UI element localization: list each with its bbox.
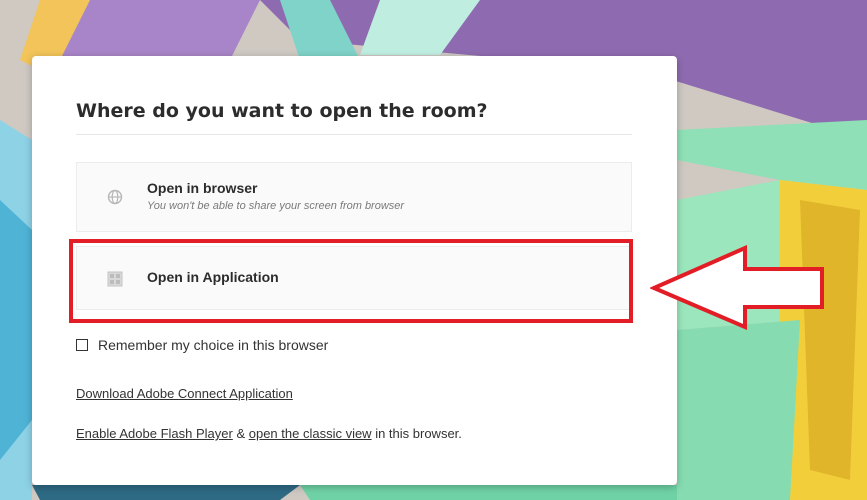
classic-view-link[interactable]: open the classic view	[249, 426, 372, 441]
remember-choice-checkbox[interactable]	[76, 339, 88, 351]
open-in-application-label: Open in Application	[147, 269, 279, 285]
remember-choice[interactable]: Remember my choice in this browser	[76, 337, 328, 353]
flash-suffix: in this browser.	[371, 426, 462, 441]
open-in-browser-option[interactable]: Open in browser You won't be able to sha…	[76, 162, 632, 232]
open-in-browser-sublabel: You won't be able to share your screen f…	[147, 200, 405, 212]
globe-icon	[107, 189, 123, 205]
remember-choice-label: Remember my choice in this browser	[98, 337, 329, 353]
open-room-dialog: Where do you want to open the room? Open…	[32, 56, 677, 485]
app-icon	[107, 271, 123, 287]
annotation-arrow	[650, 245, 824, 330]
dialog-title: Where do you want to open the room?	[76, 100, 488, 122]
download-app-link[interactable]: Download Adobe Connect Application	[76, 386, 293, 401]
title-divider	[76, 134, 632, 135]
flash-line: Enable Adobe Flash Player & open the cla…	[76, 426, 462, 441]
download-line: Download Adobe Connect Application	[76, 386, 293, 401]
enable-flash-link[interactable]: Enable Adobe Flash Player	[76, 426, 233, 441]
flash-connector: &	[232, 426, 249, 441]
open-in-application-option[interactable]: Open in Application	[76, 246, 632, 310]
open-in-browser-label: Open in browser	[147, 180, 258, 196]
